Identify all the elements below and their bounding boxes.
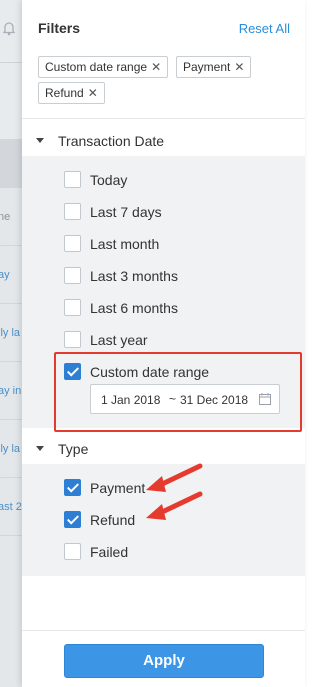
bell-icon — [2, 22, 16, 36]
background-row: ily la — [0, 420, 22, 478]
footer-divider — [22, 630, 305, 631]
caret-down-icon — [36, 446, 44, 451]
option-label: Last year — [90, 332, 148, 348]
filter-chip: Custom date range ✕ — [38, 56, 169, 78]
reset-all-link[interactable]: Reset All — [239, 21, 290, 36]
checkbox[interactable] — [64, 331, 81, 348]
divider — [22, 118, 305, 119]
section-header-transaction-date[interactable]: Transaction Date — [22, 128, 305, 156]
option-label: Last 3 months — [90, 268, 178, 284]
chip-label: Refund — [45, 86, 84, 100]
panel-header: Filters Reset All — [22, 0, 305, 50]
red-arrow-annotation — [146, 491, 203, 520]
checkbox[interactable] — [64, 203, 81, 220]
checkbox[interactable] — [64, 171, 81, 188]
chip-remove-icon[interactable]: ✕ — [151, 60, 161, 74]
chip-remove-icon[interactable]: ✕ — [88, 86, 98, 100]
option-label: Today — [90, 172, 128, 188]
chip-label: Payment — [183, 60, 231, 74]
panel-title: Filters — [38, 20, 81, 36]
chip-label: Custom date range — [45, 60, 148, 74]
checkbox[interactable] — [64, 235, 81, 252]
filter-chip: Payment ✕ — [176, 56, 252, 78]
section-header-type[interactable]: Type — [22, 436, 305, 464]
red-highlight-annotation — [54, 352, 302, 432]
filter-panel: Filters Reset All Custom date range ✕ Pay… — [22, 0, 305, 687]
checkbox[interactable] — [64, 543, 81, 560]
background-row: ne — [0, 188, 22, 246]
filter-chip: Refund ✕ — [38, 82, 105, 104]
background-row: ay — [0, 246, 22, 304]
option-label: Refund — [90, 512, 136, 528]
caret-down-icon — [36, 138, 44, 143]
chip-remove-icon[interactable]: ✕ — [234, 60, 244, 74]
background-row: ast 2 — [0, 478, 22, 536]
background-row: ay in — [0, 362, 22, 420]
background-divider — [0, 62, 22, 63]
checkbox-checked[interactable] — [64, 511, 81, 528]
background-highlight-row — [0, 140, 22, 188]
checkbox-checked[interactable] — [64, 479, 81, 496]
background-page: ne ay ily la ay in ily la ast 2 — [0, 0, 22, 687]
section-label: Transaction Date — [58, 133, 165, 149]
option-label: Last month — [90, 236, 160, 252]
checkbox[interactable] — [64, 299, 81, 316]
section-label: Type — [58, 441, 89, 457]
apply-button[interactable]: Apply — [64, 644, 264, 678]
option-label: Last 6 months — [90, 300, 178, 316]
background-row: ily la — [0, 304, 22, 362]
option-label: Last 7 days — [90, 204, 162, 220]
option-label: Failed — [90, 544, 129, 560]
option-label: Payment — [90, 480, 146, 496]
checkbox[interactable] — [64, 267, 81, 284]
